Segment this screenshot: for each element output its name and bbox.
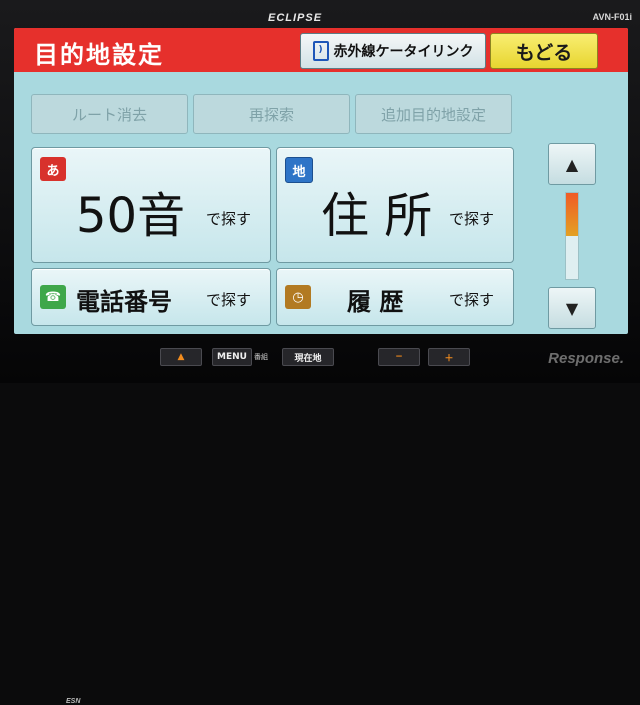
zoom-out-button[interactable]: − [378,348,420,366]
brand-logo: ECLIPSE [268,12,323,24]
route-delete-button[interactable]: ルート消去 [31,94,188,134]
arrow-down-icon: ▼ [565,298,579,318]
page-title: 目的地設定 [34,41,164,69]
zoom-in-button[interactable]: ＋ [428,348,470,366]
research-button[interactable]: 再探索 [193,94,350,134]
model-label: AVN-F01i [592,12,632,22]
nav-screen: 目的地設定 ) 赤外線ケータイリンク もどる ルート消去 再探索 追加目的地設定… [14,28,628,334]
history-icon: ◷ [285,285,311,309]
search-50on-suffix: で探す [206,210,252,228]
search-phone-button[interactable]: ☎ 電話番号 で探す [31,268,271,326]
scroll-track[interactable] [565,192,579,280]
arrow-up-icon: ▲ [565,154,579,174]
scroll-up-button[interactable]: ▲ [548,143,596,185]
search-50on-label: 50音 [76,188,186,244]
esn-label: ESN [66,698,81,705]
search-history-suffix: で探す [449,291,495,309]
phone-icon: ☎ [40,285,66,309]
ir-link-button[interactable]: ) 赤外線ケータイリンク [300,33,486,69]
eject-button[interactable]: ▲ [160,348,202,366]
scroll-thumb[interactable] [566,193,578,236]
search-address-suffix: で探す [449,210,495,228]
search-address-button[interactable]: 地 住 所 で探す [276,147,514,263]
menu-sub-label: 番組 [254,353,268,361]
add-destination-button[interactable]: 追加目的地設定 [355,94,512,134]
current-location-button[interactable]: 現在地 [282,348,334,366]
scroll-down-button[interactable]: ▼ [548,287,596,329]
hiragana-icon: あ [40,157,66,181]
map-address-icon: 地 [285,157,313,183]
search-address-label: 住 所 [321,188,433,244]
search-50on-button[interactable]: あ 50音 で探す [31,147,271,263]
search-history-button[interactable]: ◷ 履 歴 で探す [276,268,514,326]
ir-link-label: 赤外線ケータイリンク [333,44,474,60]
title-bar: 目的地設定 ) 赤外線ケータイリンク もどる [14,28,628,72]
back-button[interactable]: もどる [490,33,598,69]
hardware-button-row: ESN ▲ MENU 番組 現在地 − ＋ [0,346,640,705]
watermark: Response. [548,350,624,367]
search-history-label: 履 歴 [347,288,404,316]
menu-button[interactable]: MENU [212,348,252,366]
phone-ir-icon: ) [312,41,329,61]
search-phone-suffix: で探す [206,291,252,309]
search-phone-label: 電話番号 [76,288,172,316]
